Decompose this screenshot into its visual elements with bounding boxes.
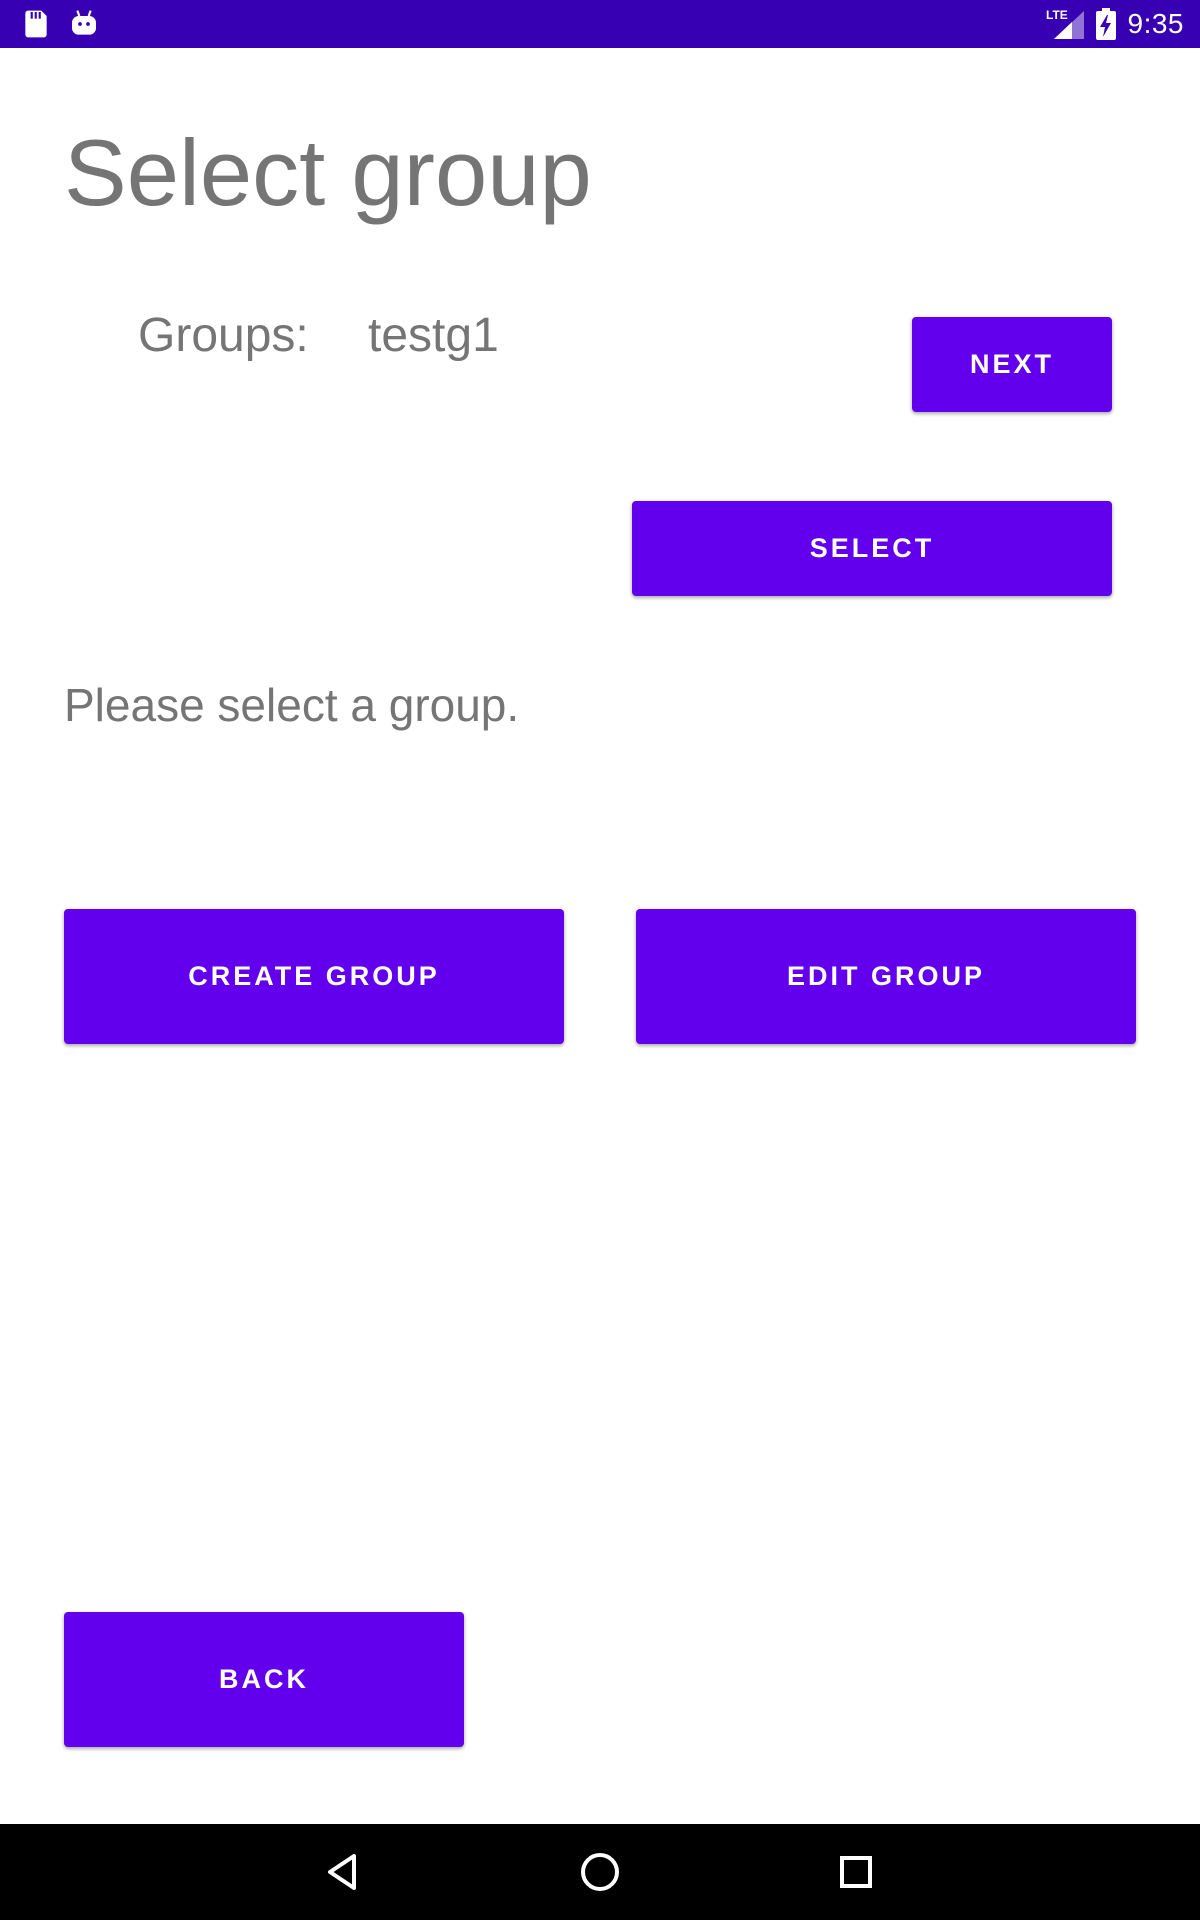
screen: LTE 9:35 Select group Groups: testg1 NEX…: [0, 0, 1200, 1920]
battery-charging-icon: [1094, 7, 1118, 41]
groups-label: Groups:: [138, 309, 309, 362]
status-right-group: LTE 9:35: [1038, 0, 1185, 48]
back-icon[interactable]: [314, 1842, 374, 1902]
edit-group-button[interactable]: EDIT GROUP: [636, 909, 1136, 1044]
next-button[interactable]: NEXT: [912, 317, 1112, 412]
select-button[interactable]: SELECT: [632, 501, 1112, 596]
back-button[interactable]: BACK: [64, 1612, 464, 1747]
groups-value: testg1: [368, 309, 499, 362]
create-group-button[interactable]: CREATE GROUP: [64, 909, 564, 1044]
signal-icon: LTE: [1046, 7, 1086, 41]
home-icon[interactable]: [570, 1842, 630, 1902]
status-bar: LTE 9:35: [0, 0, 1200, 48]
sd-card-icon: [20, 8, 52, 40]
info-text: Please select a group.: [64, 679, 520, 731]
network-type-label: LTE: [1046, 8, 1068, 22]
status-time: 9:35: [1127, 8, 1184, 39]
navigation-bar: [0, 1824, 1200, 1920]
android-icon: [68, 8, 100, 40]
page-title: Select group: [64, 120, 592, 225]
recents-icon[interactable]: [826, 1842, 886, 1902]
